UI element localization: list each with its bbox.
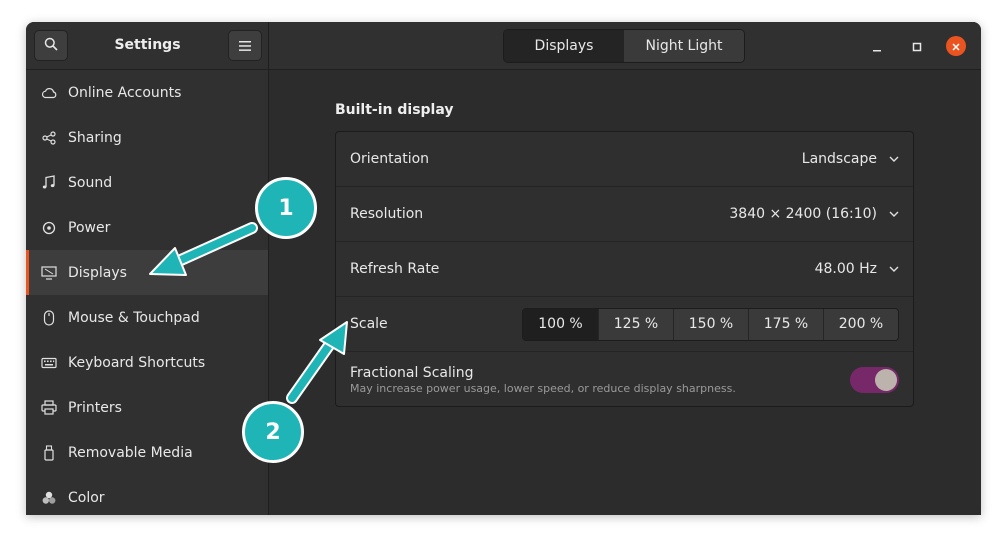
arrow-1 xyxy=(149,222,258,276)
callout-1-badge: 1 xyxy=(255,177,317,239)
callout-2-badge: 2 xyxy=(242,401,304,463)
arrow-2 xyxy=(286,321,348,404)
annotation-arrows xyxy=(149,222,348,404)
